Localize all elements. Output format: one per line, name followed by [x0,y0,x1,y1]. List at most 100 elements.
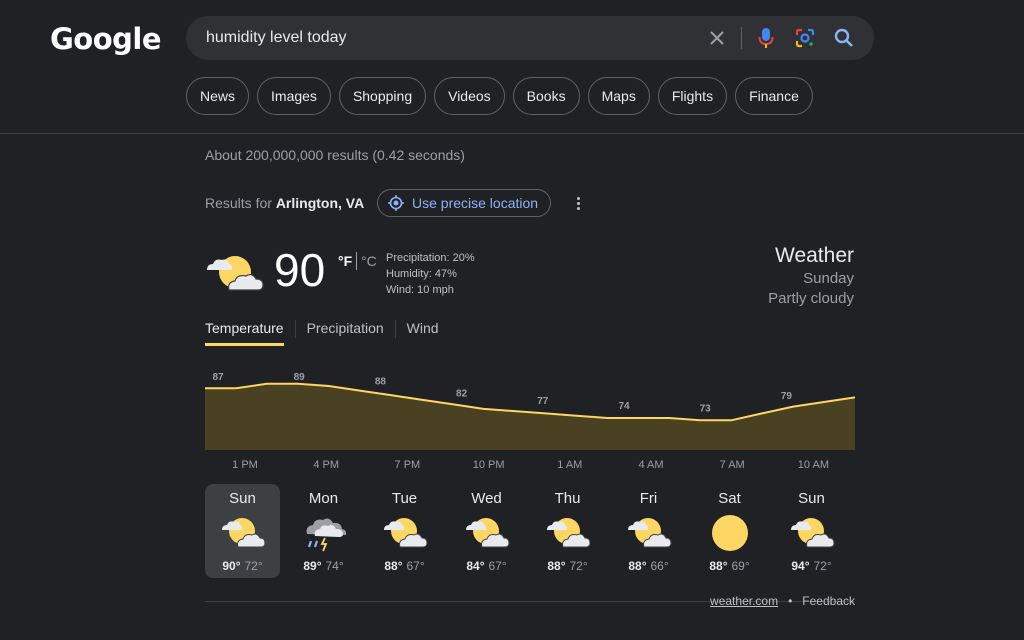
partly-cloudy-icon [788,513,836,553]
results-location: Results for Arlington, VA [205,195,364,211]
forecast-day-name: Mon [308,490,339,507]
forecast-day-sun-next[interactable]: Sun 94° 72° [774,484,849,578]
forecast-temps: 88° 66° [611,559,686,573]
chip-videos[interactable]: Videos [434,77,505,115]
forecast-day-wed[interactable]: Wed 84° 67° [449,484,524,578]
temperature-label: 73 [700,403,712,414]
forecast-day-name: Fri [639,490,658,507]
forecast-low: 69° [731,559,750,573]
source-link[interactable]: weather.com [710,594,778,608]
forecast-day-mon[interactable]: Mon 89° 74° [286,484,361,578]
temperature-label: 89 [294,372,306,383]
forecast-low: 74° [325,559,344,573]
forecast-low: 66° [650,559,669,573]
forecast-high: 88° [628,559,647,573]
clear-icon[interactable] [705,26,729,50]
footer-separator: • [788,594,793,608]
forecast-low: 72° [813,559,832,573]
forecast-temps: 88° 69° [692,559,767,573]
chip-images[interactable]: Images [257,77,331,115]
time-label: 4 AM [638,459,664,471]
time-label: 1 AM [557,459,583,471]
forecast-low: 72° [569,559,588,573]
sunny-icon [706,513,754,553]
forecast-low: 67° [488,559,507,573]
use-precise-location-label: Use precise location [412,195,539,211]
forecast-day-name: Thu [554,490,581,507]
thunderstorm-icon [300,513,348,553]
humidity-detail: Humidity: 47% [386,268,457,280]
partly-cloudy-icon [463,513,511,553]
feedback-link[interactable]: Feedback [802,594,855,608]
forecast-temps: 90° 72° [205,559,280,573]
forecast-day-sun[interactable]: Sun 90° 72° [205,484,280,578]
lens-icon[interactable] [793,26,817,50]
temperature-label: 79 [781,391,793,402]
temperature-label: 88 [375,377,387,388]
forecast-temps: 89° 74° [286,559,361,573]
unit-celsius[interactable]: °C [361,253,377,269]
chip-news[interactable]: News [186,77,250,115]
current-details: Precipitation: 20% Humidity: 47% Wind: 1… [386,250,475,298]
tab-wind[interactable]: Wind [407,320,439,346]
chip-shopping[interactable]: Shopping [338,77,427,115]
forecast-high: 88° [709,559,728,573]
current-temperature: 90 [274,244,326,296]
weather-tabs: Temperature Precipitation Wind [205,320,439,346]
use-precise-location-button[interactable]: Use precise location [377,189,552,217]
precipitation-detail: Precipitation: 20% [386,252,475,264]
chip-maps[interactable]: Maps [587,77,650,115]
tab-separator [394,320,396,338]
forecast-high: 89° [303,559,322,573]
google-logo[interactable]: Google [50,22,162,56]
more-options-icon[interactable] [570,192,586,214]
time-label: 4 PM [313,459,340,471]
chip-finance[interactable]: Finance [735,77,813,115]
time-label: 7 PM [394,459,421,471]
partly-cloudy-icon [625,513,673,553]
location-target-icon [388,195,404,211]
location-name: Arlington, VA [275,195,365,211]
forecast-day-fri[interactable]: Fri 88° 66° [611,484,686,578]
tab-separator [294,320,296,338]
forecast-high: 88° [547,559,566,573]
time-label: 7 AM [719,459,745,471]
forecast-day-name: Wed [471,490,502,507]
forecast-temps: 94° 72° [774,559,849,573]
time-label: 10 AM [797,459,829,471]
partly-cloudy-icon [219,513,267,553]
chip-flights[interactable]: Flights [657,77,728,115]
search-icon[interactable] [832,26,856,50]
forecast-low: 67° [406,559,425,573]
partly-cloudy-icon [544,513,592,553]
time-label: 10 PM [472,459,505,471]
forecast-day-name: Sun [229,490,256,507]
search-bar[interactable]: humidity level today [186,16,874,60]
time-label: 1 PM [232,459,258,471]
weather-title: Weather [775,244,854,267]
weather-header: Weather Sunday Partly cloudy [768,243,854,309]
header-divider [0,133,1024,134]
tab-temperature[interactable]: Temperature [205,320,284,346]
forecast-day-name: Tue [391,490,418,507]
unit-fahrenheit[interactable]: °F [338,253,352,269]
chip-books[interactable]: Books [512,77,580,115]
temperature-label: 87 [212,372,224,383]
time-axis: 1 PM 4 PM 7 PM 10 PM 1 AM 4 AM 7 AM 10 AM [205,459,855,475]
search-input[interactable]: humidity level today [206,29,347,47]
forecast-high: 88° [384,559,403,573]
tab-precipitation[interactable]: Precipitation [307,320,384,346]
microphone-icon[interactable] [754,26,778,50]
forecast-low: 72° [244,559,263,573]
forecast-day-sat[interactable]: Sat 88° 69° [692,484,767,578]
search-filter-chips: News Images Shopping Videos Books Maps F… [186,77,813,115]
wind-detail: Wind: 10 mph [386,284,454,296]
partly-cloudy-icon [381,513,429,553]
forecast-high: 84° [466,559,485,573]
forecast-day-tue[interactable]: Tue 88° 67° [367,484,442,578]
weather-condition: Partly cloudy [768,290,854,307]
forecast-day-thu[interactable]: Thu 88° 72° [530,484,605,578]
temperature-chart: 87 89 88 82 77 74 73 79 [205,372,855,450]
forecast-day-name: Sun [798,490,825,507]
unit-separator [356,252,357,270]
